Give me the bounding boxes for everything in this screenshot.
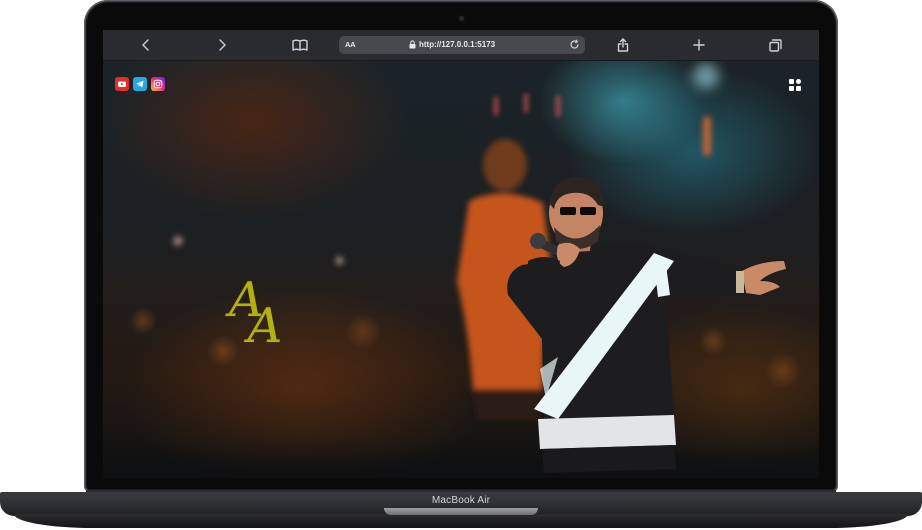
stage-light — [335, 256, 344, 265]
reload-icon[interactable] — [569, 39, 580, 50]
address-bar[interactable]: AA http://127.0.0.1:5173 — [339, 36, 585, 54]
plus-icon — [693, 39, 705, 51]
hero-section: AA — [103, 61, 819, 478]
stage-light — [693, 63, 719, 89]
grid-menu-icon[interactable] — [788, 78, 802, 92]
artist-logo[interactable]: AA — [229, 276, 282, 350]
stage-light — [523, 93, 529, 113]
telegram-link[interactable] — [133, 77, 147, 91]
trackpad-notch — [384, 508, 538, 515]
chevron-left-icon — [142, 39, 149, 51]
logo-letter: A — [247, 298, 283, 354]
text-size-button[interactable]: AA — [345, 40, 356, 49]
tabs-button[interactable] — [767, 30, 783, 60]
book-icon — [292, 39, 308, 51]
instagram-link[interactable] — [151, 77, 165, 91]
share-button[interactable] — [615, 30, 631, 60]
model-label: MacBook Air — [431, 495, 491, 506]
tabs-icon — [768, 38, 782, 52]
stage-light — [703, 116, 711, 156]
share-icon — [617, 38, 629, 52]
forward-button[interactable] — [215, 30, 229, 60]
chevron-right-icon — [219, 39, 226, 51]
reader-button[interactable] — [291, 30, 309, 60]
stage-light — [493, 96, 499, 116]
new-tab-button[interactable] — [691, 30, 707, 60]
stage-light — [555, 95, 561, 117]
telegram-icon — [136, 80, 144, 88]
laptop-screen: AA http://127.0.0.1:5173 AA — [103, 30, 819, 478]
youtube-link[interactable] — [115, 77, 129, 91]
laptop-base-bottom — [14, 514, 908, 528]
url-text[interactable]: http://127.0.0.1:5173 — [419, 40, 495, 49]
camera-icon — [459, 16, 464, 21]
browser-toolbar: AA http://127.0.0.1:5173 — [103, 30, 819, 61]
lock-icon — [409, 40, 416, 49]
performer-image — [507, 176, 786, 473]
back-button[interactable] — [139, 30, 153, 60]
stage-light — [173, 236, 183, 246]
youtube-icon — [118, 81, 126, 87]
instagram-icon — [153, 79, 163, 89]
